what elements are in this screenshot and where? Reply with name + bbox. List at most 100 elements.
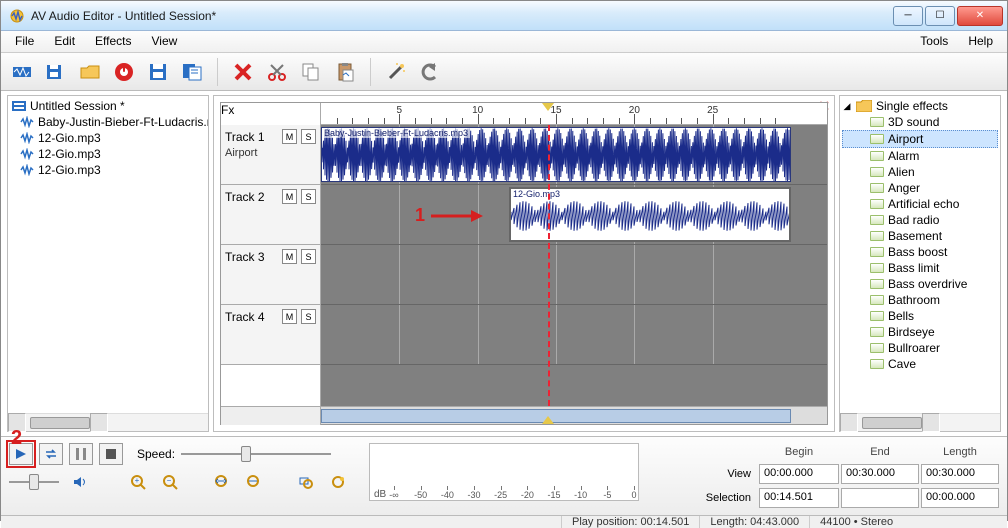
menu-edit[interactable]: Edit [44, 31, 85, 52]
cut-button[interactable] [262, 57, 292, 87]
effect-item[interactable]: Artificial echo [842, 196, 998, 212]
ruler[interactable]: 510152025 [321, 103, 827, 125]
magic-icon [385, 61, 407, 83]
zoom-h-out-icon[interactable] [243, 471, 265, 493]
audio-clip[interactable]: 12-Gio.mp3 [509, 187, 791, 242]
readout-value[interactable]: 00:14.501 [759, 488, 839, 508]
zoom-out-icon[interactable]: − [159, 471, 181, 493]
solo-button[interactable]: S [301, 249, 316, 264]
effect-item[interactable]: Bathroom [842, 292, 998, 308]
menu-view[interactable]: View [142, 31, 188, 52]
stop-button[interactable] [99, 443, 123, 465]
effect-item[interactable]: Birdseye [842, 324, 998, 340]
effect-item[interactable]: Bad radio [842, 212, 998, 228]
menu-effects[interactable]: Effects [85, 31, 141, 52]
effect-item[interactable]: Bells [842, 308, 998, 324]
menu-file[interactable]: File [5, 31, 44, 52]
effects-tree[interactable]: ◢Single effects3D soundAirportAlarmAlien… [840, 96, 1000, 413]
mute-button[interactable]: M [282, 249, 297, 264]
track-name: Track 4 [225, 310, 265, 324]
session-file-item[interactable]: 12-Gio.mp3 [10, 162, 206, 178]
session-tree[interactable]: Untitled Session *Baby-Justin-Bieber-Ft-… [8, 96, 208, 413]
zoom-fit-icon[interactable] [327, 471, 349, 493]
overview-range[interactable] [321, 409, 791, 423]
effect-item[interactable]: Anger [842, 180, 998, 196]
zoom-in-icon[interactable]: + [127, 471, 149, 493]
loop-button[interactable] [39, 443, 63, 465]
session-root[interactable]: Untitled Session * [10, 98, 206, 114]
readout-value[interactable]: 00:00.000 [921, 488, 999, 508]
effect-icon [870, 134, 884, 144]
effect-item[interactable]: Alarm [842, 148, 998, 164]
effect-item[interactable]: Bass limit [842, 260, 998, 276]
mute-button[interactable]: M [282, 309, 297, 324]
menu-help[interactable]: Help [958, 31, 1003, 52]
pause-button[interactable] [69, 443, 93, 465]
folder-icon [856, 100, 872, 112]
effect-icon [870, 151, 884, 161]
copy-button[interactable] [296, 57, 326, 87]
effect-icon [870, 199, 884, 209]
menu-tools[interactable]: Tools [910, 31, 958, 52]
statusbar: Play position: 00:14.501 Length: 04:43.0… [1, 515, 1007, 528]
meter-tick-label: -5 [603, 490, 611, 500]
speaker-icon[interactable] [69, 471, 91, 493]
main-area: Untitled Session *Baby-Justin-Bieber-Ft-… [1, 91, 1007, 436]
session-file-item[interactable]: 12-Gio.mp3 [10, 130, 206, 146]
zoom-h-in-icon[interactable] [211, 471, 233, 493]
track-row[interactable] [321, 245, 827, 305]
readout-value[interactable]: 00:00.000 [759, 464, 839, 484]
magic-button[interactable] [381, 57, 411, 87]
effect-icon [870, 327, 884, 337]
undo-button[interactable] [415, 57, 445, 87]
track-canvas[interactable]: 1 Baby-Justin-Bieber-Ft-Ludacris.mp312-G… [321, 125, 827, 406]
solo-button[interactable]: S [301, 129, 316, 144]
speed-slider[interactable] [181, 444, 331, 464]
effect-item[interactable]: Basement [842, 228, 998, 244]
zoom-selection-icon[interactable] [295, 471, 317, 493]
effects-root[interactable]: ◢Single effects [842, 98, 998, 114]
effects-h-scroll[interactable] [840, 413, 1000, 431]
effect-item[interactable]: Alien [842, 164, 998, 180]
track-row[interactable] [321, 305, 827, 365]
effect-item[interactable]: Cave [842, 356, 998, 372]
new-session-button[interactable] [7, 57, 37, 87]
effect-item[interactable]: Bullroarer [842, 340, 998, 356]
open-file-button[interactable] [75, 57, 105, 87]
delete-button[interactable] [228, 57, 258, 87]
audio-clip[interactable]: Baby-Justin-Bieber-Ft-Ludacris.mp3 [321, 127, 791, 182]
minimize-button[interactable]: ─ [893, 6, 923, 26]
open-session-button[interactable] [41, 57, 71, 87]
effect-item[interactable]: Bass boost [842, 244, 998, 260]
track-row[interactable]: Baby-Justin-Bieber-Ft-Ludacris.mp3 [321, 125, 827, 185]
maximize-button[interactable]: ☐ [925, 6, 955, 26]
session-file-item[interactable]: Baby-Justin-Bieber-Ft-Ludacris.m [10, 114, 206, 130]
fx-button[interactable]: Fx [221, 103, 320, 117]
readout-value[interactable]: 00:30.000 [921, 464, 999, 484]
effect-item[interactable]: Bass overdrive [842, 276, 998, 292]
mute-button[interactable]: M [282, 189, 297, 204]
effect-item[interactable]: 3D sound [842, 114, 998, 130]
collapse-icon[interactable]: ◢ [842, 101, 852, 112]
effect-item[interactable]: Airport [842, 130, 998, 148]
close-button[interactable]: ✕ [957, 6, 1003, 26]
mute-button[interactable]: M [282, 129, 297, 144]
paste-button[interactable] [330, 57, 360, 87]
record-button[interactable] [109, 57, 139, 87]
save-as-button[interactable] [177, 57, 207, 87]
solo-button[interactable]: S [301, 189, 316, 204]
playhead[interactable] [548, 125, 550, 406]
readout-value[interactable]: 00:30.000 [841, 464, 919, 484]
volume-slider[interactable] [9, 472, 59, 492]
solo-button[interactable]: S [301, 309, 316, 324]
timeline-overview[interactable] [221, 406, 827, 424]
readout-value[interactable] [841, 488, 919, 508]
playhead-marker-icon[interactable] [542, 103, 554, 111]
track-row[interactable]: 12-Gio.mp3 [321, 185, 827, 245]
play-button[interactable] [9, 443, 33, 465]
clip-name: 12-Gio.mp3 [511, 189, 562, 199]
save-button[interactable] [143, 57, 173, 87]
session-file-item[interactable]: 12-Gio.mp3 [10, 146, 206, 162]
meter-tick-label: -15 [547, 490, 560, 500]
session-h-scroll[interactable] [8, 413, 208, 431]
